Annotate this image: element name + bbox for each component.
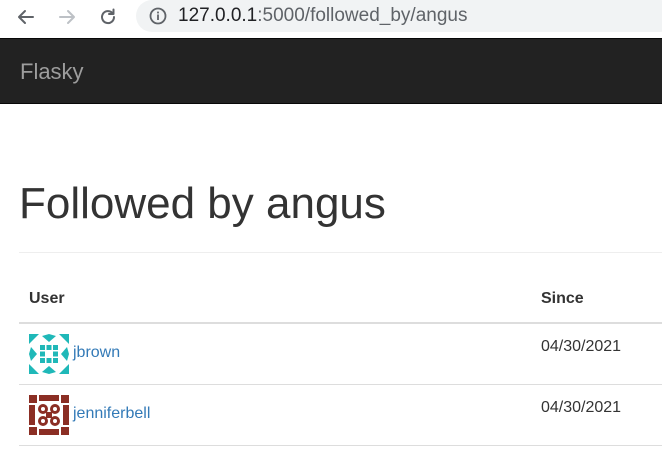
column-header-since: Since [541,290,584,307]
info-icon[interactable] [148,6,168,26]
forward-button[interactable] [55,5,79,29]
header-divider [19,252,662,253]
table-row: jbrown 04/30/2021 [19,324,662,385]
url-text[interactable]: 127.0.0.1:5000/followed_by/angus [178,4,467,28]
column-header-user: User [29,290,65,307]
avatar[interactable] [29,395,69,435]
table-row: jenniferbell 04/30/2021 [19,385,662,446]
since-date: 04/30/2021 [541,338,622,355]
page-title: Followed by angus [19,179,386,228]
url-host: 127.0.0.1 [178,5,258,26]
table-header: User Since [19,272,662,324]
since-date: 04/30/2021 [541,399,622,416]
user-link[interactable]: jbrown [73,344,120,362]
followers-table: User Since jbrown 04/30/2021 jenniferbel… [19,272,662,446]
back-button[interactable] [14,5,38,29]
arrow-right-icon [59,10,75,24]
reload-button[interactable] [96,5,120,29]
reload-icon [101,8,116,25]
avatar[interactable] [29,334,69,374]
browser-toolbar: 127.0.0.1:5000/followed_by/angus [0,0,662,38]
navbar: Flasky [0,38,662,104]
user-link[interactable]: jenniferbell [73,405,150,423]
brand-link[interactable]: Flasky [20,59,84,85]
url-path: :5000/followed_by/angus [257,5,468,26]
arrow-left-icon [18,10,34,24]
